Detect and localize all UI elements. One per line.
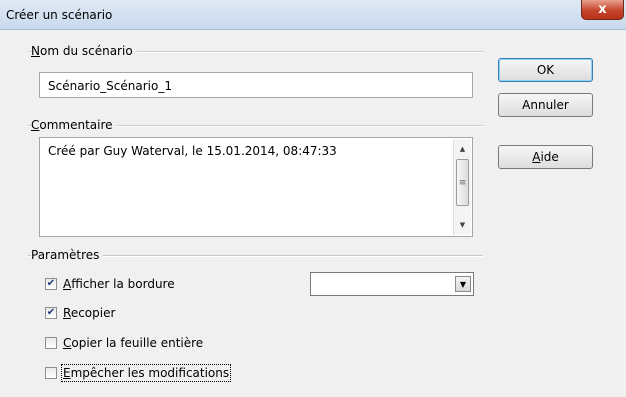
copy-sheet-label: Copier la feuille entière xyxy=(63,336,204,350)
check-icon: ✔ xyxy=(46,278,56,289)
scroll-up-icon[interactable]: ▲ xyxy=(454,141,471,157)
window-title: Créer un scénario xyxy=(6,8,113,22)
prevent-changes-label: Empêcher les modifications xyxy=(60,364,232,382)
copy-back-checkbox[interactable]: ✔ xyxy=(45,307,57,319)
grip-icon: ≡ xyxy=(458,177,467,188)
name-section-label: Nom du scénario xyxy=(31,44,137,58)
comment-value: Créé par Guy Waterval, le 15.01.2014, 08… xyxy=(48,144,337,158)
help-button[interactable]: Aide xyxy=(498,145,593,169)
scroll-down-icon[interactable]: ▼ xyxy=(454,217,471,233)
dialog-body: Nom du scénario Scénario_Scénario_1 Comm… xyxy=(0,30,626,397)
close-icon: x xyxy=(598,2,607,17)
border-color-select[interactable]: ▼ xyxy=(310,272,474,296)
close-button[interactable]: x xyxy=(581,0,624,20)
copy-back-label: Recopier xyxy=(63,306,116,320)
show-border-label: Afficher la bordure xyxy=(63,277,175,291)
comment-textarea[interactable]: Créé par Guy Waterval, le 15.01.2014, 08… xyxy=(39,137,473,237)
option-copy-sheet[interactable]: Copier la feuille entière xyxy=(45,336,203,350)
option-copy-back[interactable]: ✔ Recopier xyxy=(45,306,115,320)
prevent-changes-checkbox[interactable] xyxy=(45,367,57,379)
chevron-down-icon[interactable]: ▼ xyxy=(455,276,471,292)
option-show-border[interactable]: ✔ Afficher la bordure xyxy=(45,277,175,291)
copy-sheet-checkbox[interactable] xyxy=(45,337,57,349)
params-section-label: Paramètres xyxy=(31,248,104,262)
show-border-checkbox[interactable]: ✔ xyxy=(45,278,57,290)
scroll-thumb[interactable]: ≡ xyxy=(456,159,469,206)
comment-section-label: Commentaire xyxy=(31,118,117,132)
ok-button[interactable]: OK xyxy=(498,58,593,82)
scenario-name-input[interactable]: Scénario_Scénario_1 xyxy=(39,72,473,98)
scenario-name-value: Scénario_Scénario_1 xyxy=(48,79,172,93)
cancel-button[interactable]: Annuler xyxy=(498,93,593,117)
title-bar[interactable]: Créer un scénario x xyxy=(0,0,626,30)
check-icon: ✔ xyxy=(46,307,56,318)
comment-scrollbar[interactable]: ▲ ≡ ▼ xyxy=(453,139,471,235)
option-prevent-changes[interactable]: Empêcher les modifications xyxy=(45,364,232,382)
